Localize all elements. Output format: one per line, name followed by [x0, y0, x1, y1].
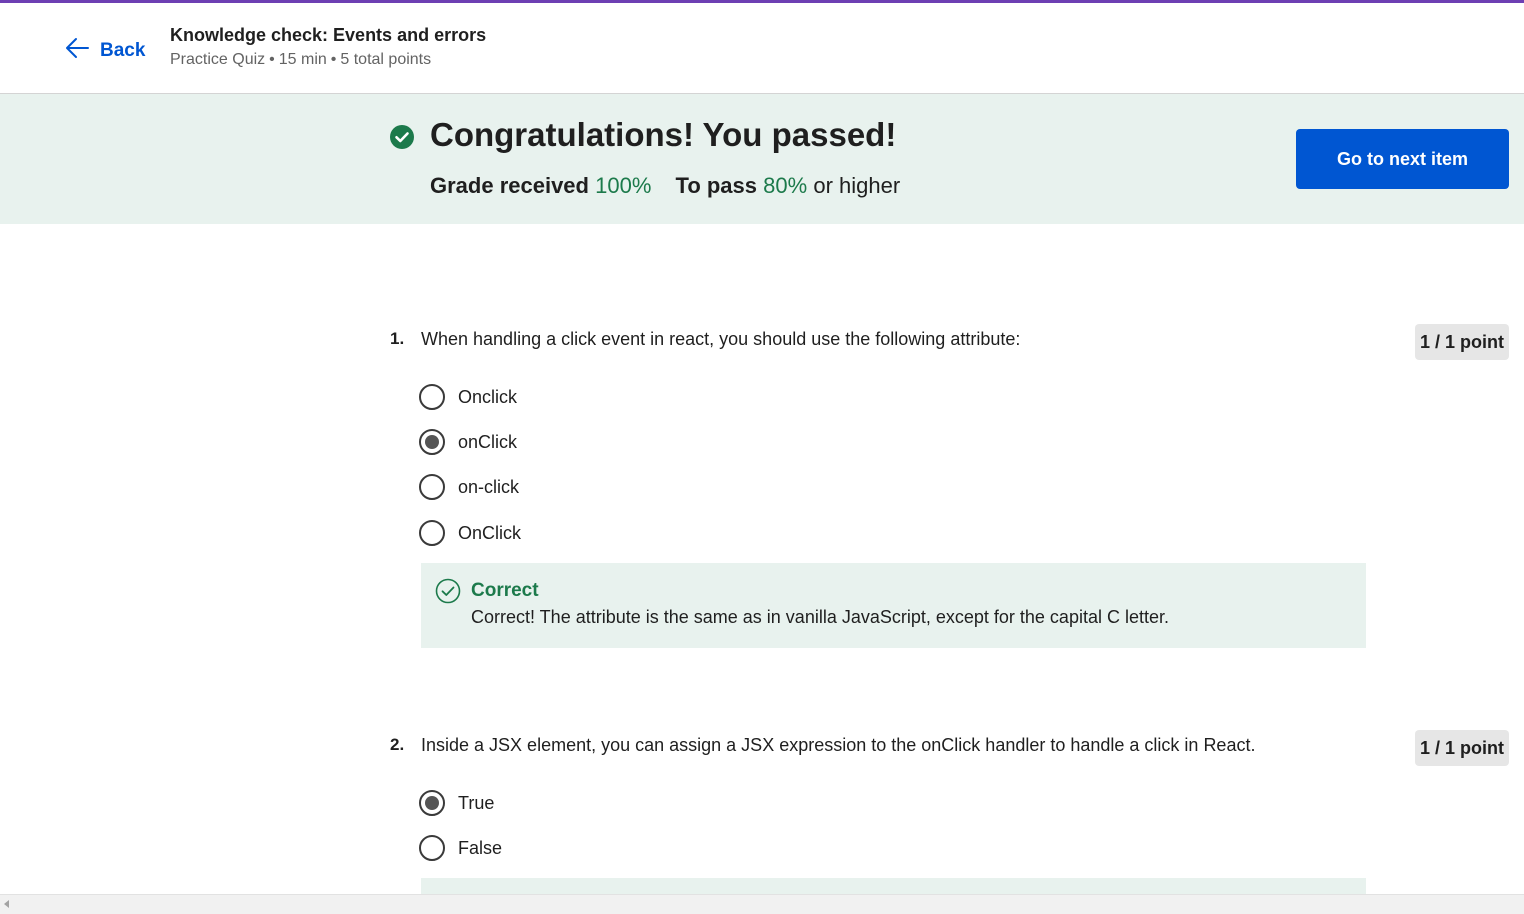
back-button[interactable]: Back	[64, 36, 145, 65]
check-circle-outline-icon	[435, 578, 461, 604]
grade-received-value: 100%	[595, 173, 652, 198]
quiz-type: Practice Quiz	[170, 51, 266, 68]
question-text: When handling a click event in react, yo…	[421, 329, 1021, 349]
answer-option[interactable]: True	[419, 790, 494, 816]
quiz-header: Back Knowledge check: Events and errors …	[0, 3, 1524, 94]
radio-button[interactable]	[419, 835, 445, 861]
pass-title: Congratulations! You passed!	[430, 116, 897, 153]
result-banner: Congratulations! You passed! Grade recei…	[0, 94, 1524, 224]
meta-separator: •	[269, 51, 275, 68]
radio-button[interactable]	[419, 384, 445, 410]
feedback-title: Correct	[471, 580, 539, 601]
quiz-duration: 15 min	[278, 51, 327, 68]
go-to-next-item-button[interactable]: Go to next item	[1296, 129, 1509, 189]
radio-button-selected[interactable]	[419, 429, 445, 455]
meta-separator: •	[330, 51, 337, 68]
radio-button[interactable]	[419, 520, 445, 546]
question-number: 1.	[390, 329, 405, 348]
answer-option[interactable]: on-click	[419, 474, 519, 500]
answer-option-label: Onclick	[458, 386, 518, 407]
answer-option-label: False	[458, 837, 503, 858]
quiz-title: Knowledge check: Events and errors	[170, 25, 487, 45]
answer-option[interactable]: Onclick	[419, 384, 517, 410]
question-text: Inside a JSX element, you can assign a J…	[421, 735, 1256, 755]
radio-button-selected[interactable]	[419, 790, 445, 816]
feedback-box	[421, 878, 1366, 894]
horizontal-scrollbar[interactable]	[0, 894, 1524, 914]
quiz-meta: Practice Quiz • 15 min • 5 total points	[170, 51, 431, 69]
answer-option[interactable]: False	[419, 835, 502, 861]
feedback-box: Correct Correct! The attribute is the sa…	[421, 563, 1366, 648]
feedback-text: Correct! The attribute is the same as in…	[471, 607, 1169, 627]
quiz-total-points: 5 total points	[340, 51, 432, 68]
to-pass-label: To pass	[675, 173, 758, 198]
points-badge: 1 / 1 point	[1415, 730, 1509, 766]
points-badge: 1 / 1 point	[1415, 324, 1509, 360]
answer-option-label: onClick	[458, 431, 518, 452]
back-label: Back	[100, 39, 146, 61]
radio-button[interactable]	[419, 474, 445, 500]
grade-summary: Grade received 100% To pass 80% or highe…	[430, 173, 900, 199]
answer-option-label: OnClick	[458, 522, 522, 543]
question-number: 2.	[390, 735, 405, 754]
answer-option-label: True	[458, 792, 495, 813]
answer-option[interactable]: onClick	[419, 429, 517, 455]
check-circle-icon	[390, 125, 414, 149]
arrow-left-icon	[64, 36, 90, 65]
answer-option-label: on-click	[458, 476, 520, 497]
grade-received-label: Grade received	[430, 173, 589, 198]
answer-option[interactable]: OnClick	[419, 520, 521, 546]
scroll-left-arrow-icon[interactable]	[4, 900, 9, 908]
to-pass-value: 80%	[763, 173, 808, 198]
to-pass-suffix: or higher	[813, 173, 901, 198]
